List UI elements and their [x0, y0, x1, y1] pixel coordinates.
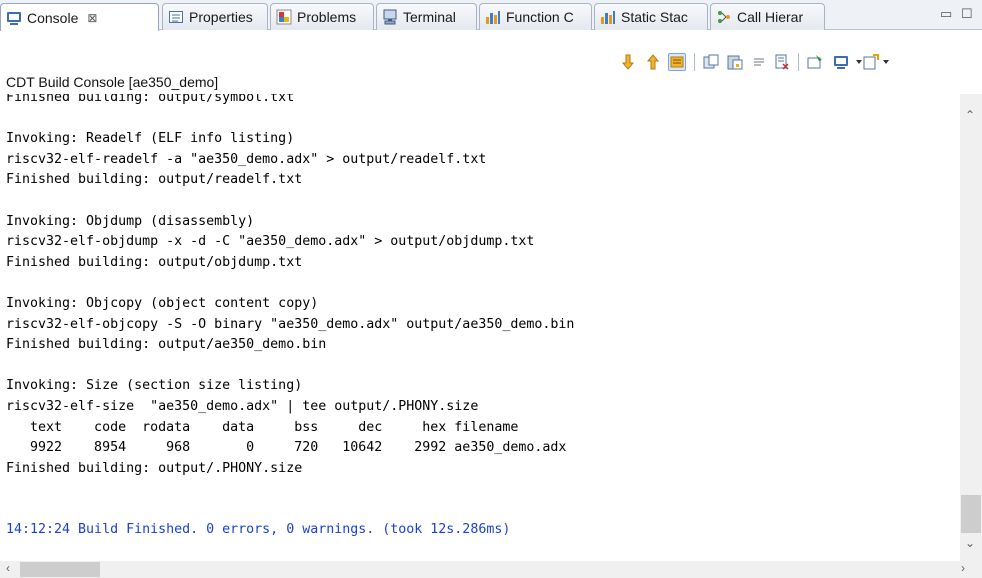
- tab-function-call[interactable]: Function C: [479, 3, 592, 30]
- display-console-icon[interactable]: [832, 53, 850, 71]
- console-line: riscv32-elf-objcopy -S -O binary "ae350_…: [6, 316, 575, 332]
- chevron-down-icon[interactable]: [877, 53, 895, 71]
- horizontal-scroll-thumb[interactable]: [20, 562, 100, 577]
- console-line: Finished building: output/objdump.txt: [6, 254, 303, 270]
- maximize-icon[interactable]: ☐: [961, 6, 973, 22]
- scroll-lock-icon[interactable]: [668, 53, 686, 71]
- console-output[interactable]: Finished building: output/symbol.txt Invo…: [2, 94, 957, 561]
- call-hierarchy-icon: [716, 9, 732, 25]
- scroll-left-arrow-icon[interactable]: ‹: [6, 561, 10, 575]
- scroll-down-icon[interactable]: [619, 53, 637, 71]
- console-line: Invoking: Objdump (disassembly): [6, 213, 255, 229]
- scroll-up-arrow-icon[interactable]: ⌃: [965, 108, 975, 122]
- console-line: riscv32-elf-readelf -a "ae350_demo.adx" …: [6, 151, 487, 167]
- tab-static-stack[interactable]: Static Stac: [594, 3, 708, 30]
- console-line: Finished building: output/.PHONY.size: [6, 460, 303, 476]
- scroll-down-arrow-icon[interactable]: ⌄: [965, 536, 975, 550]
- tab-label: Properties: [189, 9, 253, 25]
- terminal-icon: [382, 9, 398, 25]
- view-tab-bar: Console ⊠ Properties Problems Terminal F…: [0, 0, 982, 31]
- vertical-scrollbar[interactable]: ⌃ ⌄: [960, 94, 982, 561]
- console-line: riscv32-elf-size "ae350_demo.adx" | tee …: [6, 398, 479, 414]
- scroll-up-icon[interactable]: [644, 53, 662, 71]
- console-line: text code rodata data bss dec hex filena…: [6, 419, 519, 435]
- console-line: Invoking: Size (section size listing): [6, 378, 303, 394]
- vertical-scroll-thumb[interactable]: [961, 495, 981, 533]
- console-icon: [6, 10, 22, 26]
- tab-label: Function C: [506, 9, 574, 25]
- problems-icon: [276, 9, 292, 25]
- console-title: CDT Build Console [ae350_demo]: [6, 74, 219, 90]
- pin-console-icon[interactable]: [806, 53, 824, 71]
- console-line: Invoking: Readelf (ELF info listing): [6, 131, 295, 147]
- console-line: Finished building: output/symbol.txt: [6, 94, 295, 105]
- console-line: Invoking: Objcopy (object content copy): [6, 295, 319, 311]
- tab-problems[interactable]: Problems: [270, 3, 374, 30]
- tab-console[interactable]: Console ⊠: [0, 3, 159, 31]
- console-lines: Finished building: output/symbol.txt Invo…: [6, 94, 574, 541]
- console-line: riscv32-elf-objdump -x -d -C "ae350_demo…: [6, 234, 535, 250]
- clear-console-icon[interactable]: [773, 53, 791, 71]
- chart-icon: [485, 9, 501, 25]
- console-line: Finished building: output/ae350_demo.bin: [6, 337, 327, 353]
- close-icon[interactable]: ⊠: [87, 11, 97, 25]
- chart-icon: [600, 9, 616, 25]
- console-line: Finished building: output/readelf.txt: [6, 172, 303, 188]
- copy-icon[interactable]: [702, 53, 720, 71]
- tab-call-hierarchy[interactable]: Call Hierar: [710, 3, 825, 30]
- tab-label: Terminal: [403, 9, 456, 25]
- properties-icon: [168, 9, 184, 25]
- word-wrap-icon[interactable]: [750, 53, 768, 71]
- horizontal-scrollbar[interactable]: ‹ ›: [0, 561, 982, 578]
- tab-terminal[interactable]: Terminal: [376, 3, 477, 30]
- tab-label: Static Stac: [621, 9, 688, 25]
- paste-icon[interactable]: [726, 53, 744, 71]
- scroll-right-arrow-icon[interactable]: ›: [961, 561, 965, 575]
- tab-label: Call Hierar: [737, 9, 804, 25]
- build-status-line: 14:12:24 Build Finished. 0 errors, 0 war…: [6, 522, 511, 538]
- tab-label: Console: [27, 9, 79, 26]
- tab-properties[interactable]: Properties: [162, 3, 268, 30]
- tab-label: Problems: [297, 9, 357, 25]
- minimize-icon[interactable]: ▭: [940, 6, 952, 22]
- console-line: 9922 8954 968 0 720 10642 2992 ae350_dem…: [6, 440, 567, 456]
- console-toolbar: [0, 31, 982, 71]
